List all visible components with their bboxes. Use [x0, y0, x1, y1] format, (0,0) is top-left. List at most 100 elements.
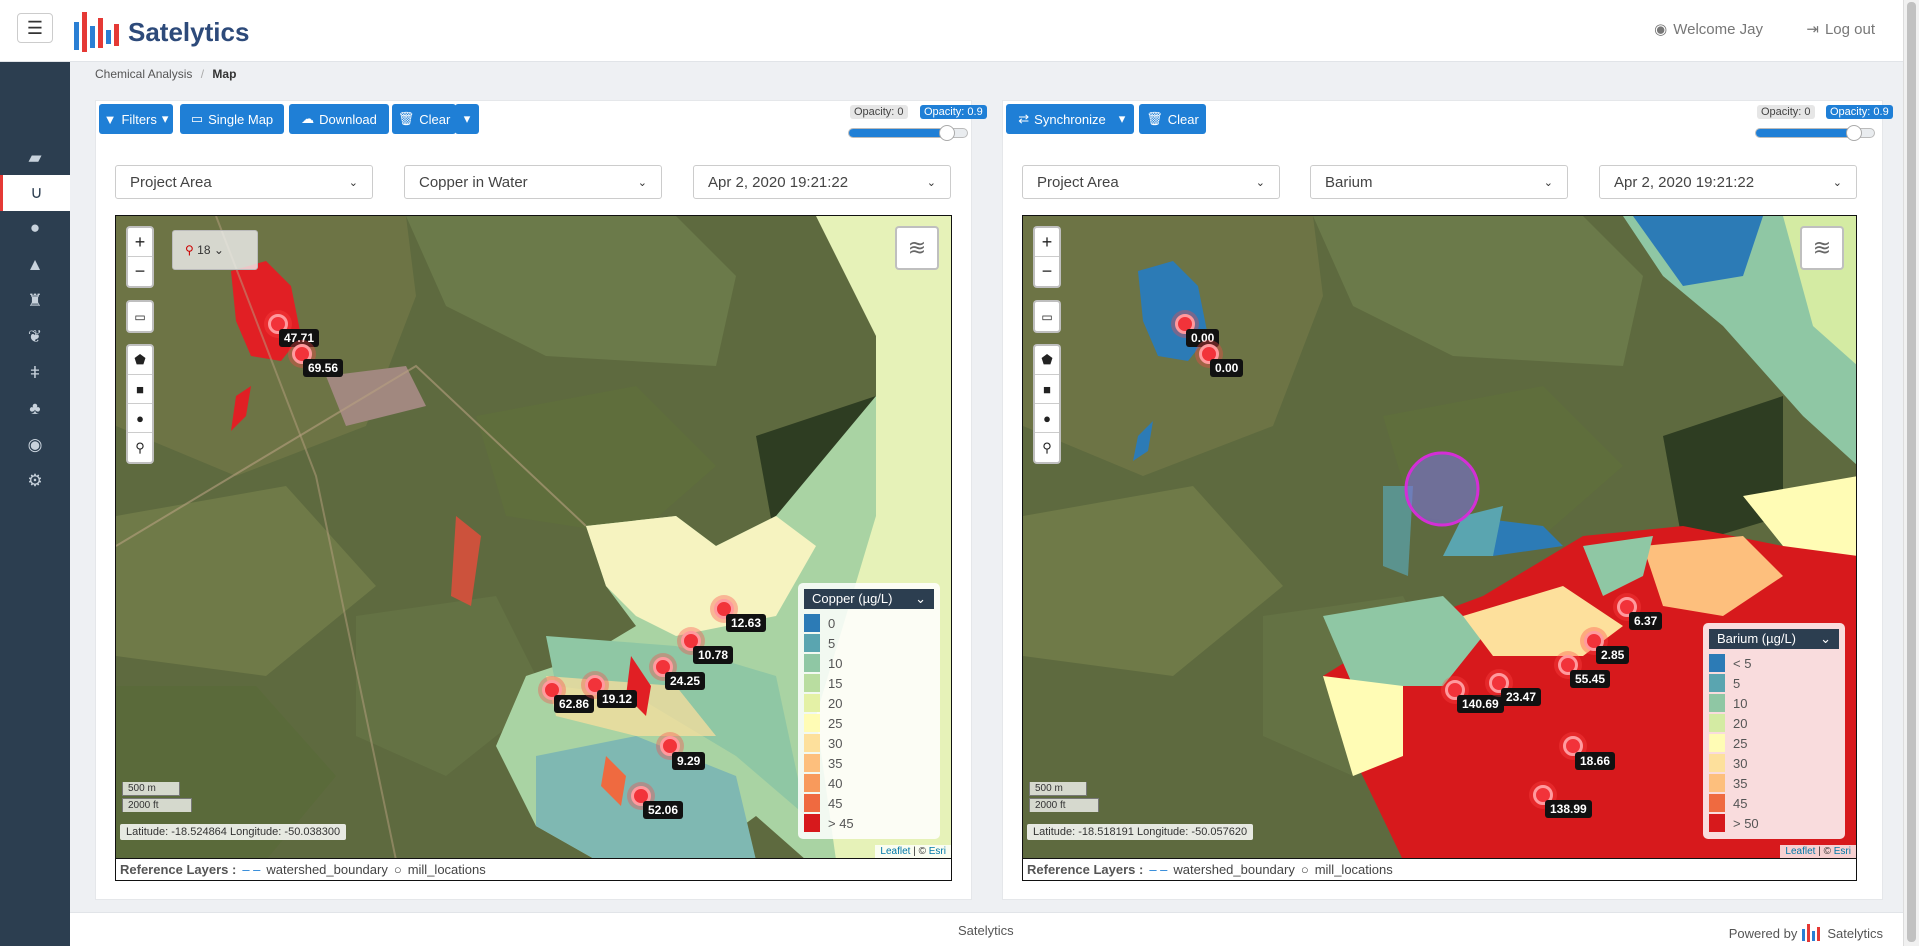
- right-map[interactable]: + − ▭ ⬟ ■ ● ⚲ ≋ 0.00 0.00 6.37 2.85 55.4…: [1022, 215, 1857, 859]
- legend-swatch: [804, 734, 820, 752]
- synchronize-button[interactable]: ⇄ Synchronize: [1006, 104, 1118, 134]
- sidebar-item-lab[interactable]: ♜: [0, 283, 70, 319]
- zoom-in-button[interactable]: +: [128, 228, 152, 257]
- rectangle-draw-button[interactable]: ■: [1035, 375, 1059, 404]
- esri-link[interactable]: Esri: [929, 846, 946, 857]
- right-date-select[interactable]: Apr 2, 2020 19:21:22 ⌄: [1599, 165, 1857, 199]
- legend-swatch: [1709, 654, 1725, 672]
- sidebar-item-trees[interactable]: ♣: [0, 391, 70, 427]
- marker-draw-button[interactable]: ⚲: [128, 433, 152, 462]
- left-area-select[interactable]: Project Area ⌄: [115, 165, 373, 199]
- layers-control-button[interactable]: ≋: [895, 226, 939, 270]
- polygon-draw-button[interactable]: ⬟: [128, 346, 152, 375]
- measure-control: ▭: [1033, 300, 1061, 333]
- chevron-down-icon: ⌄: [1820, 631, 1831, 646]
- circle-draw-button[interactable]: ●: [128, 404, 152, 433]
- polygon-draw-button[interactable]: ⬟: [1035, 346, 1059, 375]
- right-parameter-select[interactable]: Barium ⌄: [1310, 165, 1568, 199]
- zoom-out-button[interactable]: −: [128, 257, 152, 286]
- sidebar-item-vegetation[interactable]: ❦: [0, 319, 70, 355]
- pin-count-select[interactable]: ⚲ 18 ⌄: [172, 230, 258, 270]
- welcome-text: Welcome Jay: [1673, 20, 1763, 38]
- top-navbar: ☰ Satelytics ◉ Welcome Jay ⇥ Log out: [0, 0, 1903, 62]
- left-parameter-select[interactable]: Copper in Water ⌄: [404, 165, 662, 199]
- sidebar-item-account[interactable]: ◉: [0, 427, 70, 463]
- logo[interactable]: Satelytics: [70, 6, 249, 58]
- watershed-layer-toggle[interactable]: watershed_boundary: [1173, 862, 1294, 877]
- legend-swatch: [1709, 814, 1725, 832]
- legend-row: 35: [1709, 773, 1839, 793]
- circle-icon: ○: [1300, 862, 1309, 877]
- powered-by-brand[interactable]: Satelytics: [1827, 926, 1883, 941]
- right-area-select[interactable]: Project Area ⌄: [1022, 165, 1280, 199]
- logout-link[interactable]: ⇥ Log out: [1806, 20, 1875, 39]
- clear-label: Clear: [1167, 111, 1199, 127]
- slider-knob[interactable]: [939, 125, 955, 141]
- zoom-in-button[interactable]: +: [1035, 228, 1059, 257]
- left-opacity-slider[interactable]: [848, 125, 968, 141]
- leaflet-link[interactable]: Leaflet: [1785, 846, 1815, 857]
- chevron-down-icon: ⌄: [915, 591, 926, 606]
- sidebar-item-files[interactable]: ▰: [0, 140, 70, 176]
- sidebar-item-alerts[interactable]: ▲: [0, 247, 70, 283]
- legend-swatch: [804, 794, 820, 812]
- legend-label: 5: [1733, 675, 1741, 691]
- slider-knob[interactable]: [1846, 125, 1862, 141]
- single-map-button[interactable]: ▭ Single Map: [180, 104, 284, 134]
- left-date-select[interactable]: Apr 2, 2020 19:21:22 ⌄: [693, 165, 951, 199]
- right-clear-button[interactable]: 🗑 Clear: [1139, 104, 1206, 134]
- legend-row: > 45: [804, 813, 934, 833]
- mill-locations-layer-toggle[interactable]: mill_locations: [1315, 862, 1393, 877]
- legend-header[interactable]: Barium (µg/L) ⌄: [1709, 629, 1839, 649]
- leaflet-link[interactable]: Leaflet: [880, 846, 910, 857]
- page-scrollbar[interactable]: [1903, 0, 1919, 946]
- left-clear-button[interactable]: 🗑 Clear: [392, 104, 456, 134]
- synchronize-dropdown[interactable]: ▾: [1110, 104, 1134, 134]
- marker-label: 24.25: [665, 672, 706, 690]
- legend-header[interactable]: Copper (µg/L) ⌄: [804, 589, 934, 609]
- chevron-down-icon: ⌄: [1255, 176, 1265, 189]
- esri-link[interactable]: Esri: [1834, 846, 1851, 857]
- rectangle-draw-button[interactable]: ■: [128, 375, 152, 404]
- legend-swatch: [1709, 754, 1725, 772]
- zoom-out-button[interactable]: −: [1035, 257, 1059, 286]
- circle-draw-button[interactable]: ●: [1035, 404, 1059, 433]
- legend-row: 20: [804, 693, 934, 713]
- download-button[interactable]: ☁ Download: [289, 104, 389, 134]
- sidebar-item-temperature[interactable]: ǂ: [0, 355, 70, 391]
- app-name: Satelytics: [128, 16, 250, 47]
- left-map[interactable]: + − ▭ ⬟ ■ ● ⚲ ⚲ 18 ⌄ ≋ 47.71 69.56 12.63…: [115, 215, 952, 859]
- user-menu[interactable]: ◉ Welcome Jay: [1654, 20, 1763, 39]
- sidebar-item-water[interactable]: ●: [0, 210, 70, 246]
- breadcrumb-parent[interactable]: Chemical Analysis: [95, 67, 192, 81]
- layers-control-button[interactable]: ≋: [1800, 226, 1844, 270]
- left-clear-dropdown[interactable]: ▾: [455, 104, 479, 134]
- scrollbar-thumb[interactable]: [1907, 2, 1916, 942]
- legend-label: 15: [828, 675, 843, 691]
- menu-toggle-button[interactable]: ☰: [17, 13, 53, 43]
- trash-icon: 🗑: [1146, 111, 1163, 126]
- marker-label: 9.29: [672, 752, 706, 770]
- watershed-layer-toggle[interactable]: watershed_boundary: [266, 862, 387, 877]
- ruler-icon[interactable]: ▭: [128, 302, 152, 331]
- mill-locations-layer-toggle[interactable]: mill_locations: [408, 862, 486, 877]
- legend-label: > 45: [828, 815, 854, 831]
- sidebar-item-settings[interactable]: ⚙: [0, 463, 70, 499]
- legend-row: 15: [804, 673, 934, 693]
- marker-label: 138.99: [1545, 800, 1592, 818]
- sidebar-item-chemical[interactable]: ∪: [0, 175, 70, 211]
- legend-label: < 5: [1733, 655, 1752, 671]
- legend-swatch: [1709, 714, 1725, 732]
- marker-draw-button[interactable]: ⚲: [1035, 433, 1059, 462]
- marker-label: 0.00: [1186, 329, 1220, 347]
- legend-label: 45: [1733, 795, 1748, 811]
- user-circle-icon: ◉: [27, 435, 43, 454]
- slider-fill: [1756, 129, 1852, 137]
- legend-row: 25: [804, 713, 934, 733]
- filters-button[interactable]: ▼ Filters ▾: [99, 104, 173, 134]
- filters-label: Filters: [121, 111, 157, 127]
- left-opacity-max-label: Opacity: 0.9: [920, 105, 987, 119]
- right-opacity-slider[interactable]: [1755, 125, 1875, 141]
- marker-label: 19.12: [597, 690, 638, 708]
- ruler-icon[interactable]: ▭: [1035, 302, 1059, 331]
